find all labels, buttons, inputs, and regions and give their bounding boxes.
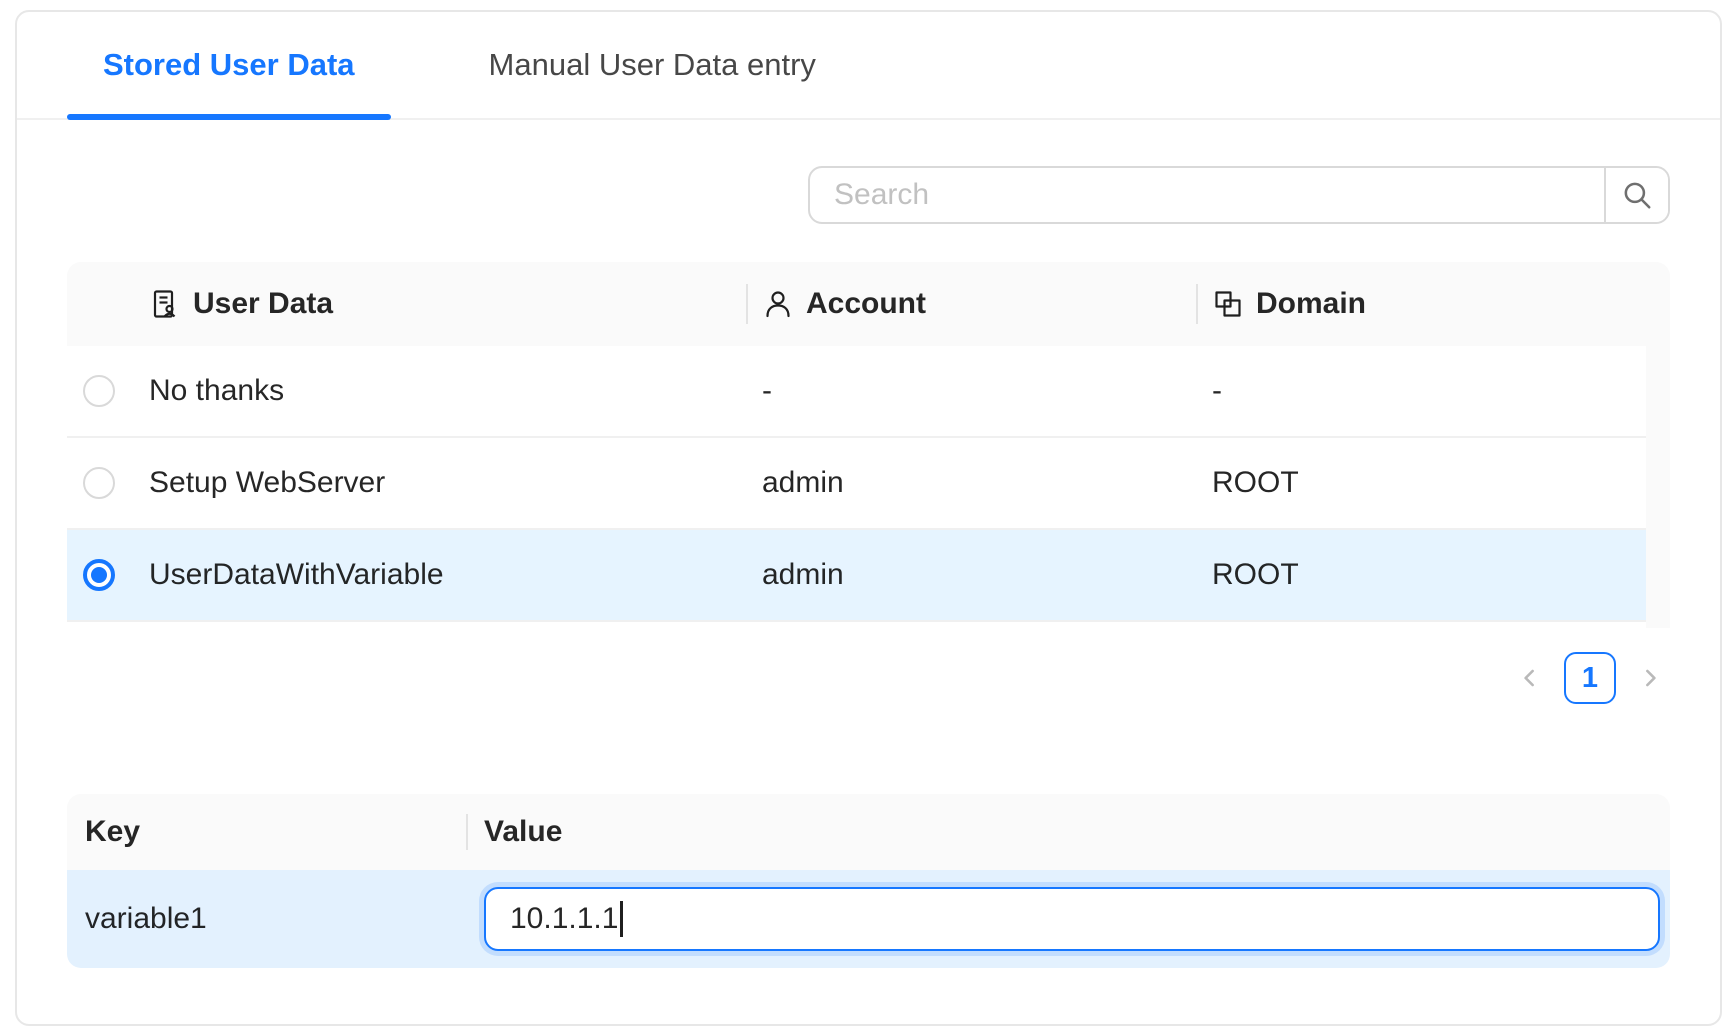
tab-content: User Data Account <box>17 166 1720 968</box>
radio-unchecked[interactable] <box>83 375 115 407</box>
column-header-domain: Domain <box>1196 262 1646 346</box>
pagination: 1 <box>67 652 1670 704</box>
search-button[interactable] <box>1604 168 1668 222</box>
text-caret <box>620 901 623 937</box>
value-cell: 10.1.1.1 <box>466 887 1670 951</box>
kv-row-variable1: variable1 10.1.1.1 <box>67 870 1670 968</box>
tab-bar: Stored User Data Manual User Data entry <box>17 12 1720 120</box>
column-header-user-data: User Data <box>131 262 746 346</box>
column-header-value: Value <box>466 794 1670 870</box>
table-row-userdatawithvariable[interactable]: UserDataWithVariable admin ROOT <box>67 530 1646 622</box>
tab-manual-user-data-entry[interactable]: Manual User Data entry <box>453 12 852 118</box>
search-row <box>67 166 1670 224</box>
stored-user-data-panel: Stored User Data Manual User Data entry <box>15 10 1722 1026</box>
user-data-cell: Setup WebServer <box>131 466 746 500</box>
column-header-account-label: Account <box>806 287 926 321</box>
column-header-domain-label: Domain <box>1256 287 1366 321</box>
pagination-prev-button[interactable] <box>1510 652 1550 704</box>
account-cell: - <box>746 374 1196 408</box>
search-icon <box>1620 178 1654 212</box>
row-selection-cell <box>67 467 131 499</box>
pagination-next-button[interactable] <box>1630 652 1670 704</box>
solution-icon <box>149 288 181 320</box>
domain-cell: ROOT <box>1196 558 1646 592</box>
pagination-current-page: 1 <box>1582 662 1598 695</box>
column-header-account: Account <box>746 262 1196 346</box>
table-scrollbar-track[interactable] <box>1646 346 1670 628</box>
search-group <box>808 166 1670 224</box>
chevron-left-icon <box>1516 664 1544 692</box>
value-input-text: 10.1.1.1 <box>510 902 618 936</box>
column-header-user-data-label: User Data <box>193 287 333 321</box>
domain-cell: ROOT <box>1196 466 1646 500</box>
user-data-cell: No thanks <box>131 374 746 408</box>
row-selection-cell <box>67 559 131 591</box>
radio-unchecked[interactable] <box>83 467 115 499</box>
table-row-no-thanks[interactable]: No thanks - - <box>67 346 1646 438</box>
table-header-row: User Data Account <box>67 262 1670 346</box>
account-cell: admin <box>746 466 1196 500</box>
key-cell: variable1 <box>67 902 466 936</box>
table-body: No thanks - - Setup WebServer admin ROOT <box>67 346 1670 622</box>
tab-manual-user-data-entry-label: Manual User Data entry <box>489 47 816 83</box>
chevron-right-icon <box>1636 664 1664 692</box>
kv-header-row: Key Value <box>67 794 1670 870</box>
tab-stored-user-data-label: Stored User Data <box>103 47 355 83</box>
row-selection-cell <box>67 375 131 407</box>
radio-checked[interactable] <box>83 559 115 591</box>
column-header-key: Key <box>67 815 466 849</box>
domain-cell: - <box>1196 374 1646 408</box>
user-data-cell: UserDataWithVariable <box>131 558 746 592</box>
account-cell: admin <box>746 558 1196 592</box>
user-icon <box>762 288 794 320</box>
key-value-table: Key Value variable1 10.1.1.1 <box>67 794 1670 968</box>
value-input[interactable]: 10.1.1.1 <box>484 887 1660 951</box>
search-input[interactable] <box>810 168 1604 222</box>
pagination-page-1[interactable]: 1 <box>1564 652 1616 704</box>
selection-column-header <box>67 262 131 346</box>
table-row-setup-webserver[interactable]: Setup WebServer admin ROOT <box>67 438 1646 530</box>
user-data-table: User Data Account <box>67 262 1670 622</box>
block-icon <box>1212 288 1244 320</box>
tab-stored-user-data[interactable]: Stored User Data <box>67 12 391 118</box>
